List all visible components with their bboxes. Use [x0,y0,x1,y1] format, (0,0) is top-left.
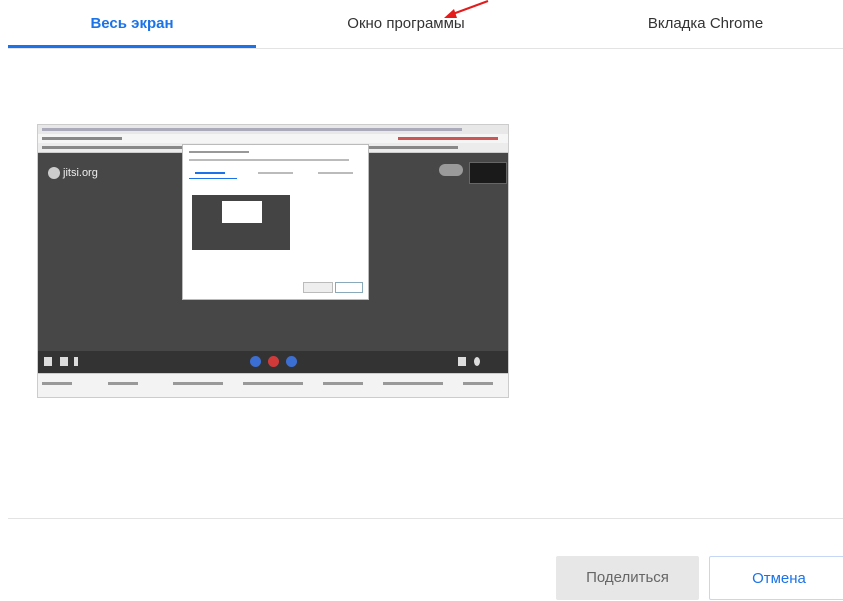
tab-entire-screen[interactable]: Весь экран [8,0,256,48]
share-button[interactable]: Поделиться [556,556,699,600]
preview-browser-toolbar [38,125,508,134]
tab-application-window[interactable]: Окно программы [276,0,536,47]
screen-preview-thumbnail[interactable]: jitsi.org [37,124,509,398]
jitsi-logo-icon [48,167,60,180]
source-tabs: Весь экран Окно программы Вкладка Chrome [8,0,843,49]
preview-taskbar [38,373,508,397]
cancel-button[interactable]: Отмена [709,556,843,600]
preview-call-controls [38,351,508,373]
tab-chrome-tab[interactable]: Вкладка Chrome [568,0,843,47]
preview-share-dialog [182,144,369,300]
preview-self-view [469,162,507,184]
tab-label: Вкладка Chrome [647,15,764,32]
red-arrow-icon [444,0,489,18]
preview-address-bar [38,134,508,143]
preview-participant-pill [439,164,463,176]
preview-site-logo: jitsi.org [48,167,98,180]
tab-label: Весь экран [90,15,174,32]
